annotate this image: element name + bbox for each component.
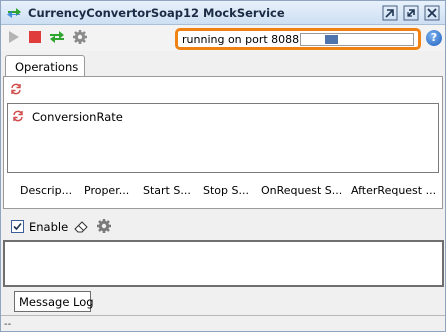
status-bar-text: -- (4, 319, 12, 330)
enable-checkbox[interactable] (11, 220, 24, 233)
minimize-restore-icon[interactable] (382, 5, 398, 21)
operations-list: ConversionRate (7, 103, 439, 173)
column-header-description[interactable]: Descrip... (20, 184, 72, 197)
column-header-stop-script[interactable]: Stop S... (203, 184, 249, 197)
operations-body: ConversionRate Descrip... Proper... Star… (3, 76, 443, 209)
play-icon[interactable] (6, 29, 22, 45)
gear-icon[interactable] (72, 29, 88, 45)
column-header-start-script[interactable]: Start S... (143, 184, 191, 197)
tab-message-log-label: Message Log (19, 295, 94, 309)
log-toolbar: Enable (3, 215, 443, 239)
toolbar: running on port 8088 ? (1, 25, 445, 51)
operation-label: ConversionRate (32, 110, 123, 124)
status-highlight-box: running on port 8088 (175, 28, 421, 50)
refresh-icon (12, 110, 24, 122)
port-progress-fill (325, 35, 338, 44)
column-header-properties[interactable]: Proper... (84, 184, 129, 197)
tab-operations-label: Operations (15, 60, 79, 74)
tab-operations[interactable]: Operations (5, 55, 85, 77)
enable-label: Enable (29, 220, 69, 234)
tab-message-log[interactable]: Message Log (14, 291, 94, 312)
mock-service-icon (6, 6, 22, 20)
close-icon[interactable] (424, 5, 440, 21)
eraser-icon[interactable] (73, 219, 89, 233)
window-title: CurrencyConvertorSoap12 MockService (28, 6, 285, 20)
column-headers: Descrip... Proper... Start S... Stop S..… (4, 181, 442, 199)
swap-icon[interactable] (49, 29, 65, 45)
stop-icon[interactable] (27, 29, 43, 45)
running-status: running on port 8088 (182, 33, 300, 46)
column-header-afterrequest-script[interactable]: AfterRequest ... (351, 184, 436, 197)
operations-panel: Operations ConversionRate Descrip... Pro… (3, 53, 443, 209)
port-progress-bar (300, 33, 414, 46)
gear-icon[interactable] (96, 218, 112, 234)
title-bar[interactable]: CurrencyConvertorSoap12 MockService (1, 1, 445, 25)
status-divider (1, 315, 445, 316)
mock-service-window: CurrencyConvertorSoap12 MockService runn… (0, 0, 446, 332)
message-log-area[interactable] (3, 240, 444, 287)
column-header-onrequest-script[interactable]: OnRequest S... (261, 184, 342, 197)
refresh-icon[interactable] (10, 83, 22, 95)
help-icon[interactable]: ? (426, 30, 442, 46)
maximize-icon[interactable] (403, 5, 419, 21)
